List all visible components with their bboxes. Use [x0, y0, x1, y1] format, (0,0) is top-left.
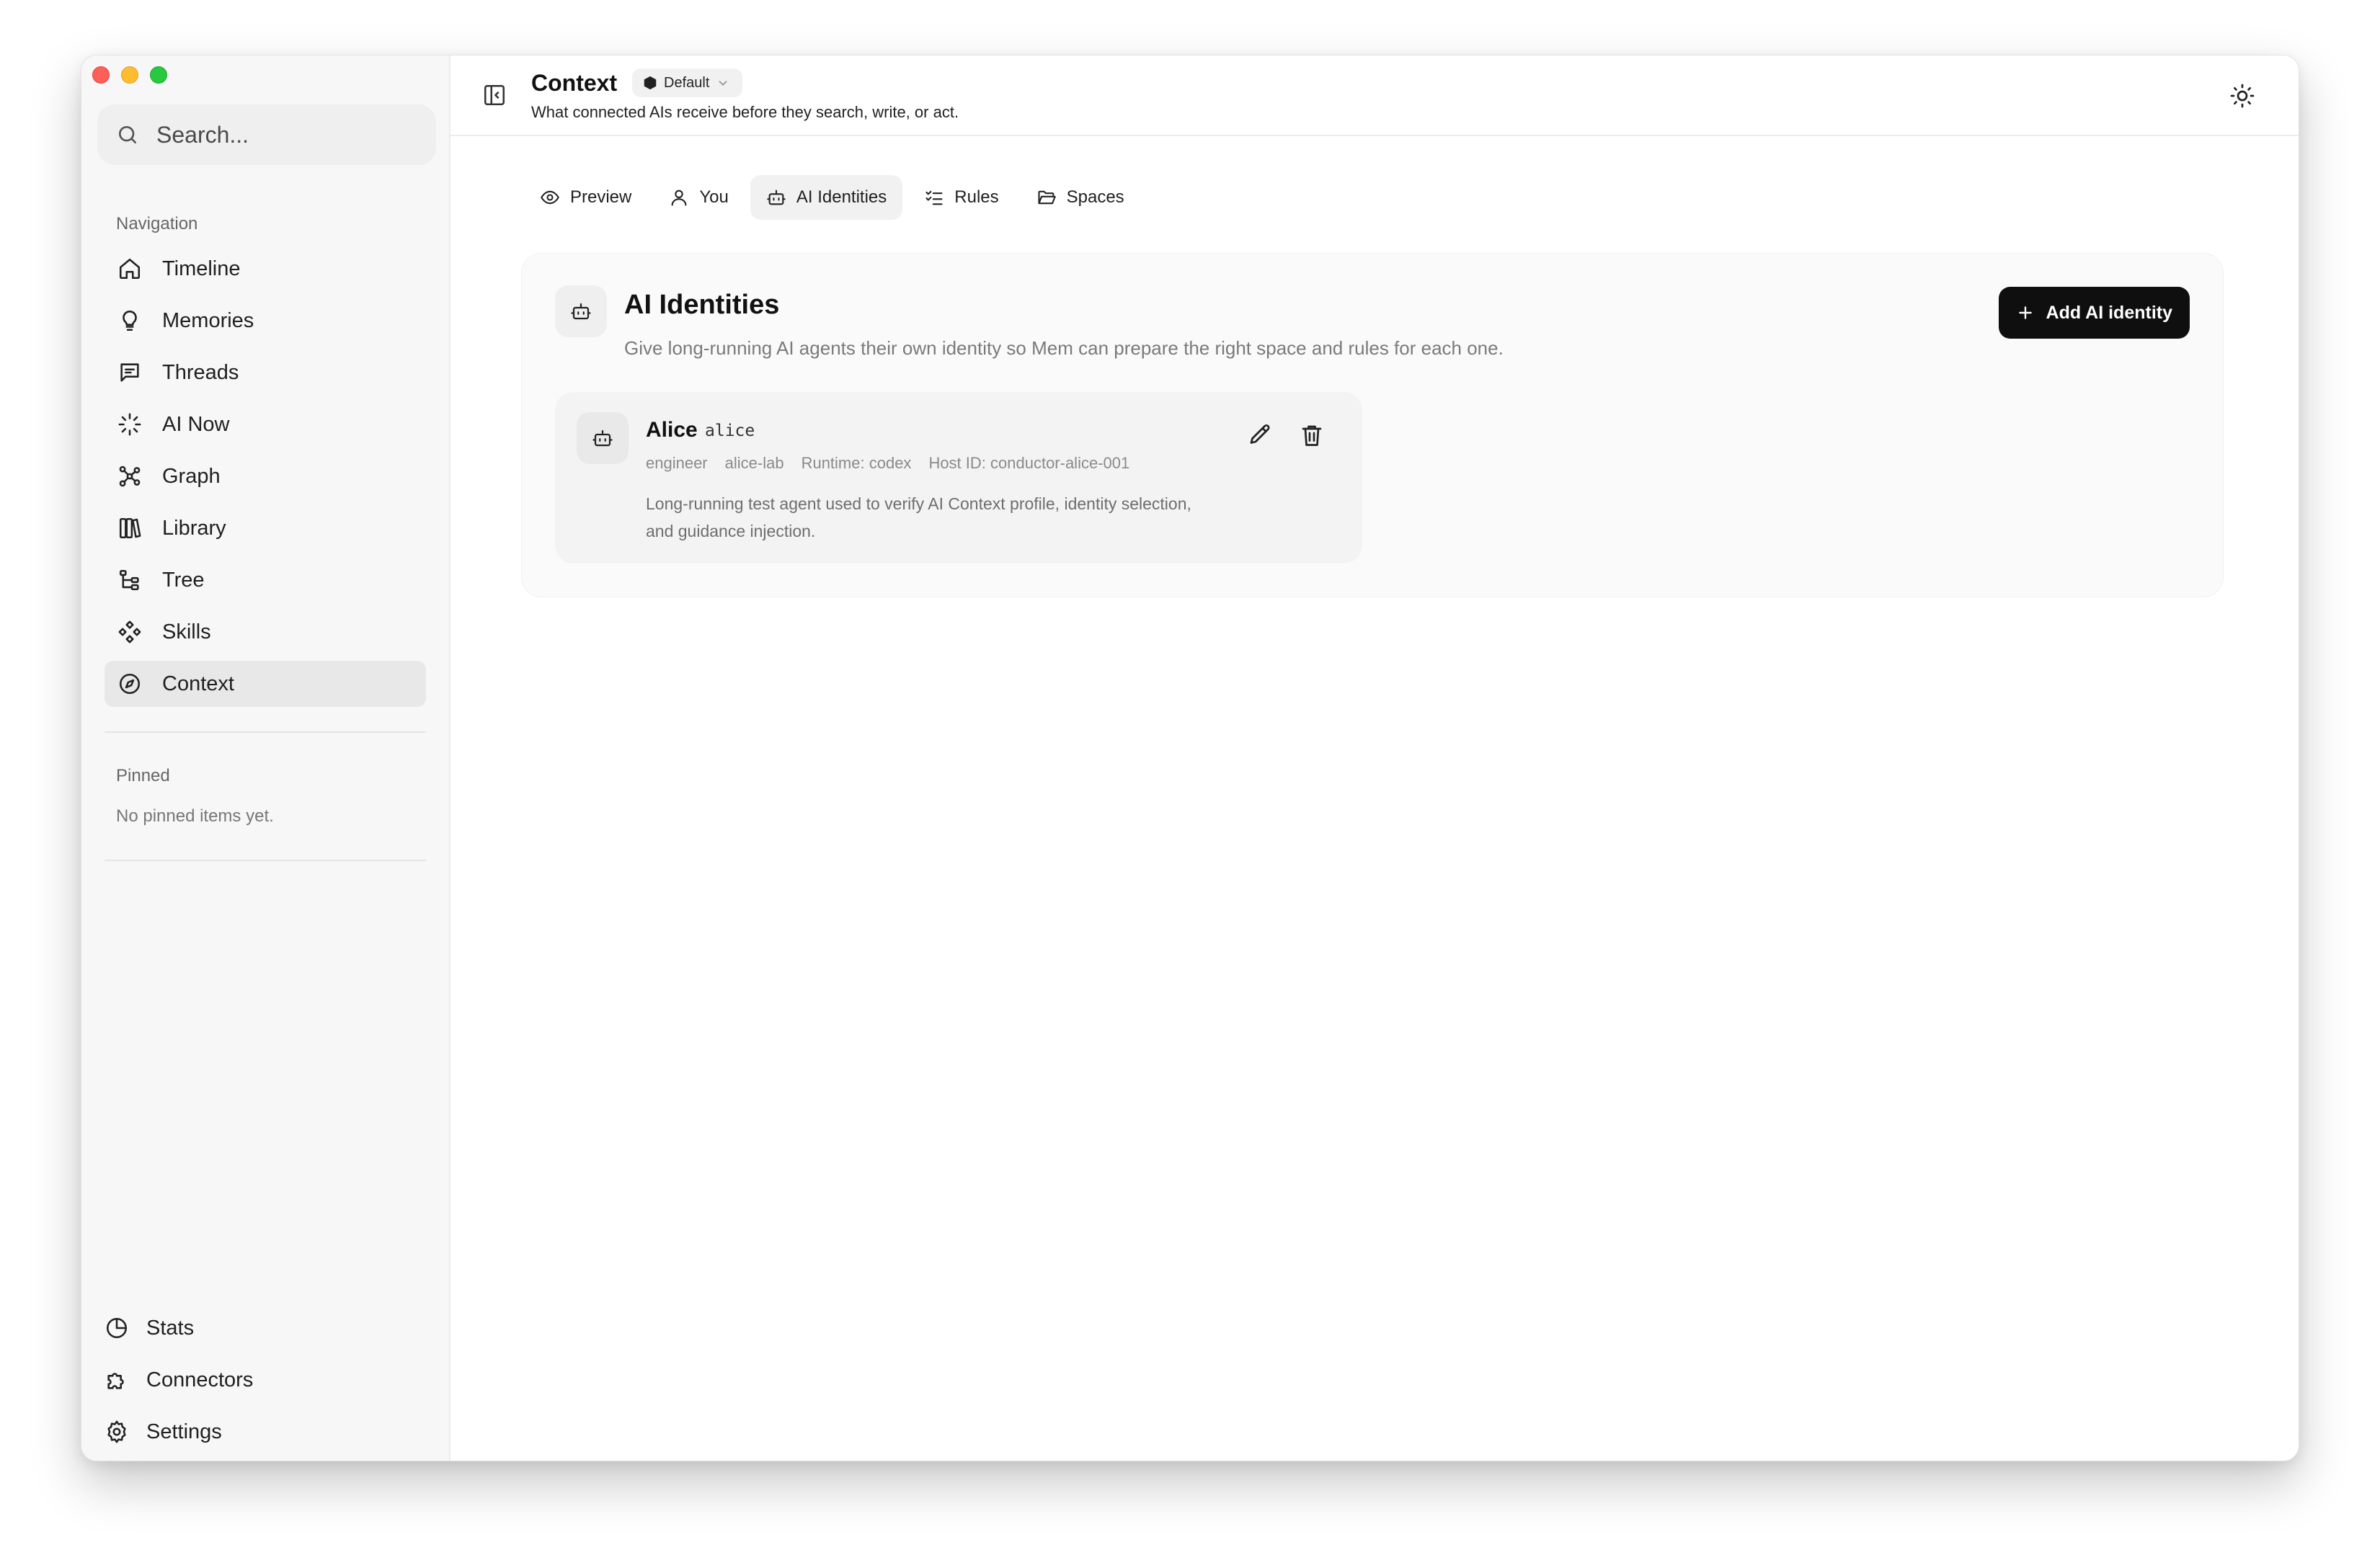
- page-title: Context: [531, 70, 618, 96]
- sidebar-divider: [105, 860, 426, 861]
- tab-label: Spaces: [1066, 187, 1124, 207]
- tree-icon: [119, 569, 139, 591]
- bot-icon: [571, 303, 591, 320]
- context-tabs: Preview You AI Identities Rules Spaces: [521, 172, 1143, 220]
- compass-icon: [119, 673, 141, 695]
- zoom-window-button[interactable]: [150, 66, 167, 84]
- sidebar-divider: [105, 731, 426, 733]
- page-header: Context Default What connected AIs recei…: [450, 55, 2299, 136]
- tab-spaces[interactable]: Spaces: [1021, 175, 1140, 220]
- search-icon: [119, 126, 136, 143]
- loader-icon: [118, 413, 141, 436]
- sidebar-item-threads[interactable]: Threads: [105, 349, 426, 396]
- tab-label: You: [699, 187, 729, 207]
- identity-runtime: Runtime: codex: [801, 454, 912, 472]
- space-selector-label: Default: [664, 74, 710, 91]
- sidebar-item-ai-now[interactable]: AI Now: [105, 401, 426, 447]
- pie-chart-icon: [106, 1317, 128, 1339]
- identity-meta: engineer alice-lab Runtime: codex Host I…: [646, 454, 1129, 473]
- sidebar-item-label: Skills: [162, 620, 211, 643]
- sidebar-item-stats[interactable]: Stats: [93, 1305, 425, 1351]
- add-ai-identity-label: Add AI identity: [2046, 302, 2172, 323]
- trash-icon[interactable]: [1299, 422, 1325, 448]
- sidebar-item-label: Context: [162, 672, 234, 695]
- bot-icon: [592, 429, 613, 447]
- tab-label: Rules: [954, 187, 999, 207]
- pinned-empty-text: No pinned items yet.: [116, 806, 274, 826]
- skills-icon: [118, 620, 141, 643]
- identity-handle: alice: [705, 422, 755, 440]
- box-icon: [644, 76, 657, 90]
- search-input[interactable]: [156, 121, 416, 148]
- sidebar-item-label: AI Now: [162, 412, 230, 436]
- sidebar-bottom-nav: Stats Connectors Settings: [93, 1305, 425, 1461]
- add-ai-identity-button[interactable]: Add AI identity: [1998, 287, 2190, 339]
- puzzle-icon: [107, 1373, 124, 1389]
- sun-icon[interactable]: [2229, 83, 2255, 109]
- tab-label: AI Identities: [796, 187, 887, 207]
- tab-preview[interactable]: Preview: [524, 175, 647, 220]
- pinned-section-label: Pinned: [116, 766, 170, 785]
- message-square-icon: [120, 363, 139, 382]
- tab-you[interactable]: You: [653, 175, 745, 220]
- close-window-button[interactable]: [92, 66, 110, 84]
- sidebar-item-label: Connectors: [146, 1368, 254, 1391]
- sidebar-item-label: Stats: [146, 1316, 195, 1340]
- eye-icon: [541, 190, 559, 205]
- gear-icon: [107, 1420, 126, 1443]
- app-window: Navigation Timeline Memories Threads AI …: [81, 55, 2299, 1461]
- sidebar-toggle-icon[interactable]: [482, 83, 507, 107]
- sidebar-item-context[interactable]: Context: [105, 661, 426, 707]
- sidebar-item-memories[interactable]: Memories: [105, 298, 426, 344]
- window-controls: [92, 66, 167, 84]
- sidebar: Navigation Timeline Memories Threads AI …: [81, 55, 450, 1461]
- identity-role: engineer: [646, 454, 708, 472]
- ai-identities-panel: AI Identities Give long-running AI agent…: [521, 253, 2224, 597]
- panel-icon-badge: [555, 285, 607, 337]
- chevron-down-icon: [719, 81, 727, 86]
- pencil-icon[interactable]: [1247, 422, 1273, 448]
- identity-name: Alice: [646, 418, 698, 442]
- panel-description: Give long-running AI agents their own id…: [624, 337, 1504, 359]
- sidebar-item-tree[interactable]: Tree: [105, 557, 426, 603]
- panel-title: AI Identities: [624, 290, 780, 320]
- home-icon: [119, 258, 141, 280]
- navigation-section-label: Navigation: [116, 214, 198, 233]
- sidebar-item-label: Graph: [162, 464, 221, 488]
- sidebar-item-skills[interactable]: Skills: [105, 609, 426, 655]
- bot-icon: [767, 190, 786, 205]
- sidebar-item-timeline[interactable]: Timeline: [105, 246, 426, 292]
- identity-icon-badge: [577, 412, 629, 464]
- sidebar-item-graph[interactable]: Graph: [105, 453, 426, 499]
- identity-description: Long-running test agent used to verify A…: [646, 494, 1191, 540]
- minimize-window-button[interactable]: [121, 66, 138, 84]
- user-icon: [671, 190, 687, 206]
- sidebar-item-label: Threads: [162, 360, 239, 384]
- sidebar-item-label: Library: [162, 516, 226, 540]
- plus-icon: [2018, 306, 2032, 319]
- identity-host-id: Host ID: conductor-alice-001: [928, 454, 1130, 472]
- identity-space: alice-lab: [724, 454, 784, 472]
- tab-rules[interactable]: Rules: [908, 175, 1014, 220]
- graph-icon: [119, 466, 141, 487]
- page-subtitle: What connected AIs receive before they s…: [531, 103, 959, 121]
- sidebar-item-label: Timeline: [162, 257, 241, 280]
- lightbulb-icon: [123, 310, 137, 331]
- sidebar-item-label: Memories: [162, 308, 254, 332]
- main-content: Context Default What connected AIs recei…: [450, 55, 2299, 1461]
- folder-open-icon: [1038, 190, 1056, 205]
- sidebar-item-label: Settings: [146, 1420, 222, 1443]
- library-icon: [119, 517, 141, 539]
- sidebar-item-settings[interactable]: Settings: [93, 1409, 425, 1455]
- sidebar-item-library[interactable]: Library: [105, 505, 426, 551]
- space-selector[interactable]: Default: [632, 68, 743, 97]
- sidebar-nav: Timeline Memories Threads AI Now Graph L…: [105, 246, 426, 713]
- sidebar-item-label: Tree: [162, 568, 205, 592]
- tab-ai-identities[interactable]: AI Identities: [750, 175, 903, 220]
- sidebar-item-connectors[interactable]: Connectors: [93, 1357, 425, 1403]
- tab-label: Preview: [570, 187, 632, 207]
- identity-card: Alice alice engineer alice-lab Runtime: …: [555, 392, 1362, 564]
- search-box[interactable]: [97, 104, 436, 165]
- list-checks-icon: [925, 190, 943, 205]
